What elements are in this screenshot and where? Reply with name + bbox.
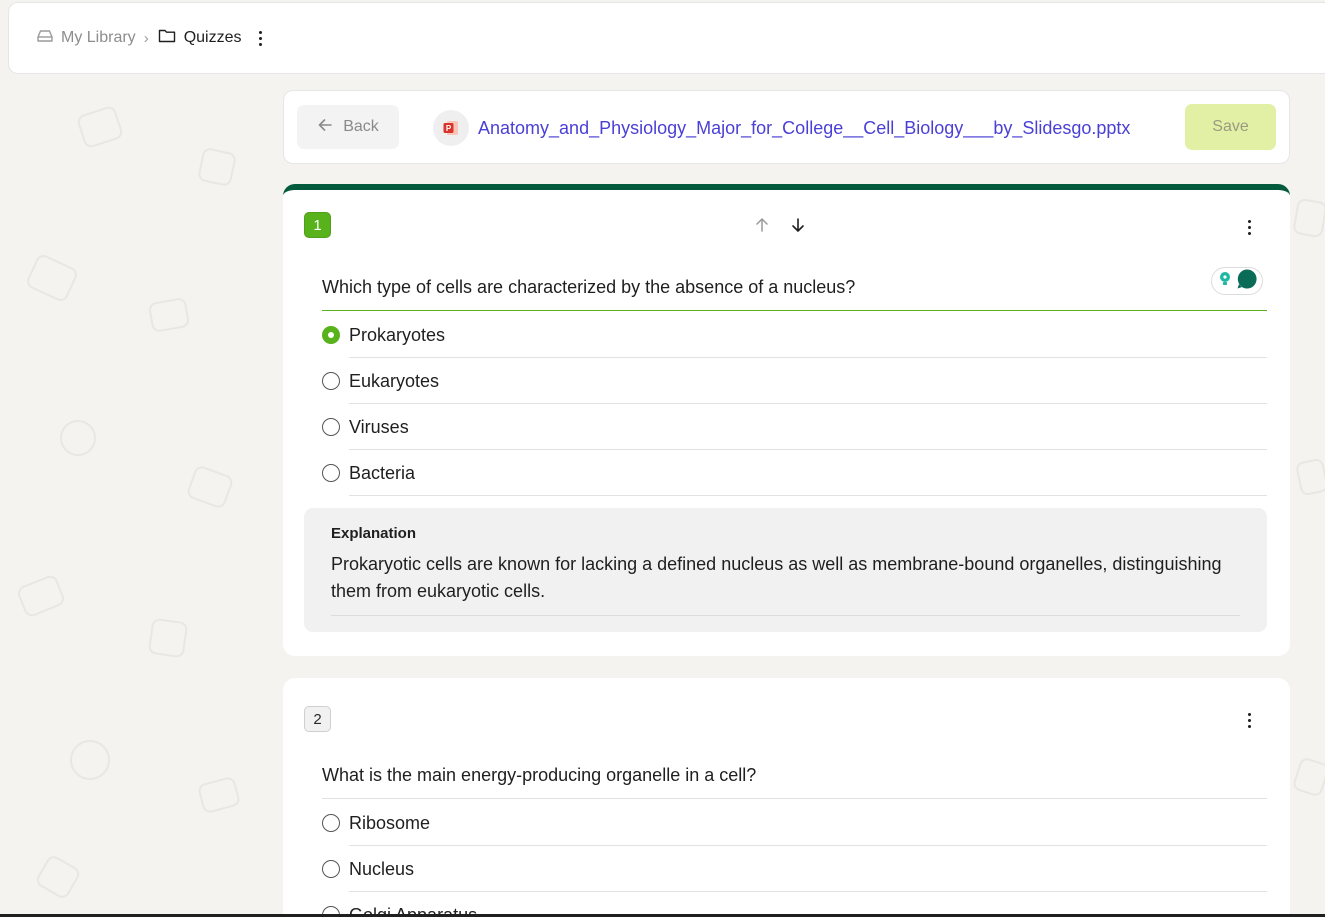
move-down-icon[interactable] [789, 216, 807, 234]
arrow-left-icon [317, 118, 333, 137]
question-text[interactable]: What is the main energy-producing organe… [322, 765, 1267, 799]
breadcrumb-my-library[interactable]: My Library [36, 28, 136, 49]
answer-option[interactable]: Viruses [322, 404, 1267, 450]
question-card: 1 Which type of cells are characterized … [283, 184, 1290, 656]
answer-option[interactable]: Nucleus [322, 846, 1267, 892]
radio-unchecked-icon[interactable] [322, 418, 340, 436]
radio-checked-icon[interactable] [322, 326, 340, 344]
question-more-options-icon[interactable] [1245, 710, 1254, 731]
answer-option-label[interactable]: Viruses [349, 404, 1267, 450]
answer-option-label[interactable]: Bacteria [349, 450, 1267, 496]
breadcrumb: My Library › Quizzes [36, 28, 265, 49]
answer-option-label[interactable]: Prokaryotes [349, 312, 1267, 358]
reorder-controls [753, 216, 807, 234]
answer-option-label[interactable]: Ribosome [349, 800, 1267, 846]
answer-option[interactable]: Bacteria [322, 450, 1267, 496]
question-number-badge: 2 [304, 706, 331, 732]
explanation-text[interactable]: Prokaryotic cells are known for lacking … [331, 551, 1240, 616]
svg-text:P: P [446, 124, 452, 133]
breadcrumb-quizzes[interactable]: Quizzes [158, 28, 242, 48]
file-toolbar: Back P Anatomy_and_Physiology_Major_for_… [283, 90, 1290, 164]
folder-more-options-icon[interactable] [256, 28, 265, 49]
radio-unchecked-icon[interactable] [322, 814, 340, 832]
question-number-badge: 1 [304, 212, 331, 238]
radio-unchecked-icon[interactable] [322, 860, 340, 878]
question-card: 2 What is the main energy-producing orga… [283, 678, 1290, 917]
back-button[interactable]: Back [297, 105, 399, 149]
question-more-options-icon[interactable] [1245, 217, 1254, 238]
answer-option-label[interactable]: Nucleus [349, 846, 1267, 892]
breadcrumb-quizzes-label: Quizzes [183, 29, 242, 46]
breadcrumb-my-library-label: My Library [61, 29, 136, 46]
drive-icon [36, 28, 54, 49]
powerpoint-file-icon: P [433, 110, 469, 146]
move-up-icon[interactable] [753, 216, 771, 234]
answer-option-label[interactable]: Eukaryotes [349, 358, 1267, 404]
back-button-label: Back [343, 118, 379, 135]
radio-unchecked-icon[interactable] [322, 464, 340, 482]
folder-icon [158, 28, 176, 48]
question-text[interactable]: Which type of cells are characterized by… [322, 277, 1267, 311]
explanation-title: Explanation [331, 525, 417, 542]
answer-option[interactable]: Ribosome [322, 800, 1267, 846]
top-header: My Library › Quizzes [8, 2, 1325, 74]
explanation-box: Explanation Prokaryotic cells are known … [304, 508, 1267, 632]
save-button[interactable]: Save [1185, 104, 1276, 150]
answer-option[interactable]: Prokaryotes [322, 312, 1267, 358]
radio-unchecked-icon[interactable] [322, 372, 340, 390]
answer-option[interactable]: Eukaryotes [322, 358, 1267, 404]
file-name-link[interactable]: Anatomy_and_Physiology_Major_for_College… [478, 118, 1130, 139]
breadcrumb-separator: › [143, 29, 149, 47]
